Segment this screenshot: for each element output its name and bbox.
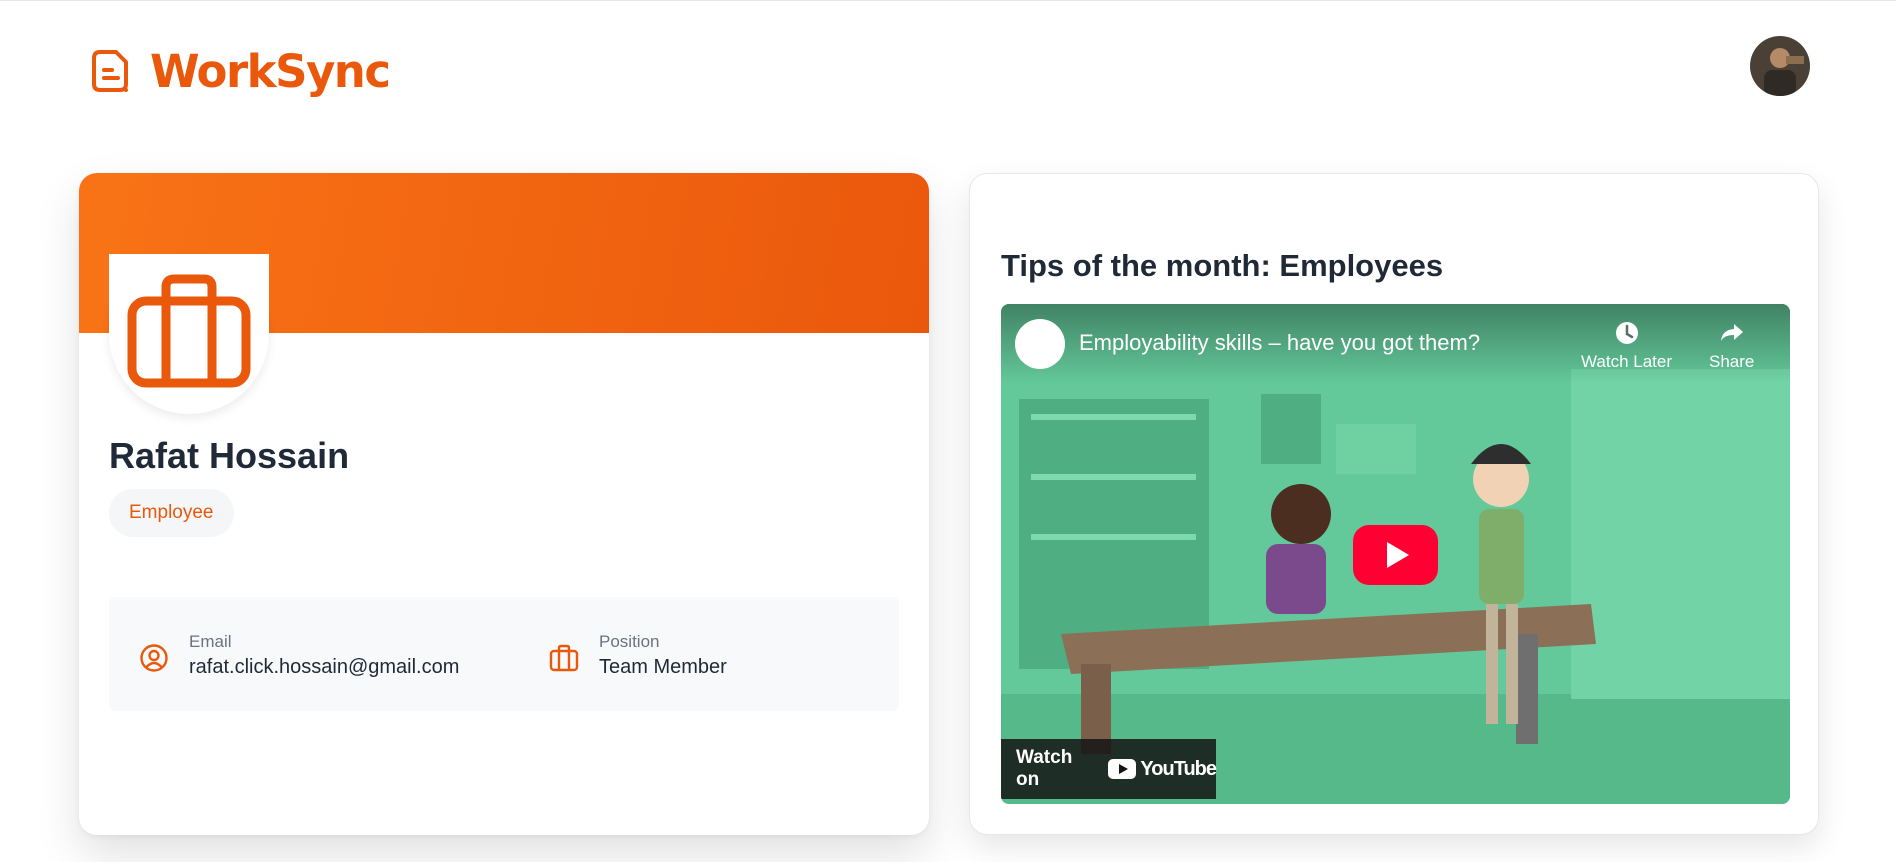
play-icon[interactable]: [1353, 525, 1438, 585]
youtube-logo: YouTube: [1108, 757, 1217, 781]
channel-logo[interactable]: [1015, 319, 1065, 369]
briefcase-small-icon: [549, 644, 579, 672]
email-info: Email rafat.click.hossain@gmail.com: [139, 631, 459, 681]
profile-name: Rafat Hossain: [109, 435, 350, 476]
user-circle-icon: [140, 644, 168, 672]
video-title[interactable]: Employability skills – have you got them…: [1079, 330, 1480, 356]
app-logo[interactable]: WorkSync: [88, 44, 391, 98]
watch-later-button[interactable]: Watch Later: [1581, 320, 1672, 372]
tips-title: Tips of the month: Employees: [1001, 248, 1444, 283]
app-header: WorkSync: [0, 0, 1896, 140]
avatar-photo: [1750, 36, 1810, 96]
email-label: Email: [189, 632, 232, 651]
user-avatar[interactable]: [1750, 36, 1810, 96]
clock-icon: [1615, 322, 1638, 344]
share-icon: [1720, 324, 1743, 341]
email-value: rafat.click.hossain@gmail.com: [189, 656, 460, 678]
role-badge: Employee: [109, 489, 234, 537]
app-name: WorkSync: [150, 44, 391, 98]
profile-info-box: Email rafat.click.hossain@gmail.com Posi…: [109, 597, 899, 711]
logo-icon: [92, 50, 128, 92]
youtube-label: YouTube: [1140, 757, 1217, 780]
share-label: Share: [1709, 352, 1755, 371]
youtube-icon: [1108, 759, 1137, 779]
watch-on-youtube-button[interactable]: Watch on YouTube: [1001, 739, 1217, 799]
tips-card: Tips of the month: Employees Employabili…: [969, 173, 1819, 835]
position-label: Position: [599, 632, 660, 651]
watch-on-label: Watch on: [1016, 747, 1073, 790]
position-info: Position Team Member: [549, 631, 727, 681]
briefcase-icon: [127, 274, 251, 388]
watch-later-label: Watch Later: [1581, 352, 1673, 371]
share-button[interactable]: Share: [1709, 320, 1754, 372]
position-value: Team Member: [599, 656, 727, 678]
profile-card: Rafat Hossain Employee Email rafat.click…: [79, 173, 929, 835]
video-player[interactable]: Employability skills – have you got them…: [1001, 304, 1790, 804]
